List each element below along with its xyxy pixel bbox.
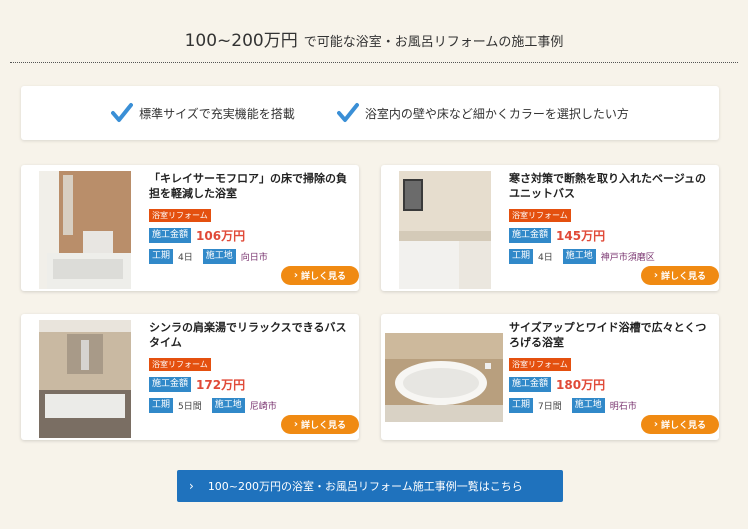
case-price: 106万円 [196, 229, 246, 243]
location-label: 施工地 [571, 398, 605, 413]
feature-text: 浴室内の壁や床など細かくカラーを選択したい方 [364, 106, 629, 121]
case-location: 尼崎市 [249, 402, 277, 412]
location-label: 施工地 [202, 249, 236, 264]
check-icon [111, 102, 134, 124]
case-period: 5日間 [178, 402, 202, 412]
case-title[interactable]: 「キレイサーモフロア」の床で掃除の負担を軽減した浴室 [149, 171, 353, 203]
chevron-right-icon: › [653, 270, 659, 281]
category-tag: 浴室リフォーム [509, 358, 571, 371]
feature-item: 浴室内の壁や床など細かくカラーを選択したい方 [336, 102, 629, 124]
feature-text: 標準サイズで充実機能を搭載 [139, 106, 295, 121]
chevron-right-icon: › [293, 419, 299, 430]
details-button-label: 詳しく見る [301, 421, 347, 431]
case-photo [385, 333, 503, 422]
case-period: 4日 [538, 253, 553, 263]
category-tag: 浴室リフォーム [509, 209, 571, 222]
period-label: 工期 [509, 398, 534, 413]
case-title[interactable]: サイズアップとワイド浴槽で広々とくつろげる浴室 [509, 320, 713, 352]
case-price: 180万円 [556, 378, 606, 392]
amount-label: 施工金額 [509, 377, 552, 392]
dotted-divider [10, 62, 738, 63]
section-heading: 100~200万円 で可能な浴室・お風呂リフォームの施工事例 [0, 26, 748, 51]
location-label: 施工地 [562, 249, 596, 264]
chevron-right-icon: › [189, 479, 194, 493]
amount-label: 施工金額 [509, 228, 552, 243]
feature-item: 標準サイズで充実機能を搭載 [111, 102, 295, 124]
case-period: 4日 [178, 253, 193, 263]
feature-box: 標準サイズで充実機能を搭載 浴室内の壁や床など細かくカラーを選択したい方 [21, 86, 719, 140]
heading-text: で可能な浴室・お風呂リフォームの施工事例 [303, 35, 564, 50]
location-label: 施工地 [211, 398, 245, 413]
chevron-right-icon: › [293, 270, 299, 281]
check-icon [336, 102, 359, 124]
case-photo [39, 320, 131, 438]
details-button-label: 詳しく見る [661, 272, 707, 282]
heading-price: 100~200万円 [184, 31, 298, 51]
period-label: 工期 [149, 398, 174, 413]
details-button-label: 詳しく見る [661, 421, 707, 431]
period-label: 工期 [149, 249, 174, 264]
case-photo [39, 171, 131, 289]
case-price: 145万円 [556, 229, 606, 243]
case-location: 向日市 [240, 253, 268, 263]
details-button[interactable]: › 詳しく見る [281, 415, 359, 434]
amount-label: 施工金額 [149, 228, 192, 243]
details-button[interactable]: › 詳しく見る [641, 266, 719, 285]
details-button[interactable]: › 詳しく見る [641, 415, 719, 434]
case-title[interactable]: シンラの肩楽湯でリラックスできるバスタイム [149, 320, 353, 352]
period-label: 工期 [509, 249, 534, 264]
case-photo [399, 171, 491, 289]
case-title[interactable]: 寒さ対策で断熱を取り入れたベージュのユニットバス [509, 171, 713, 203]
category-tag: 浴室リフォーム [149, 358, 211, 371]
category-tag: 浴室リフォーム [149, 209, 211, 222]
details-button[interactable]: › 詳しく見る [281, 266, 359, 285]
case-card[interactable]: シンラの肩楽湯でリラックスできるバスタイム 浴室リフォーム 施工金額 172万円 … [21, 314, 359, 440]
view-all-cases-label: 100~200万円の浴室・お風呂リフォーム施工事例一覧はこちら [207, 480, 523, 493]
case-card[interactable]: サイズアップとワイド浴槽で広々とくつろげる浴室 浴室リフォーム 施工金額 180万… [381, 314, 719, 440]
case-period: 7日間 [538, 402, 562, 412]
view-all-cases-button[interactable]: › 100~200万円の浴室・お風呂リフォーム施工事例一覧はこちら [177, 470, 563, 502]
case-price: 172万円 [196, 378, 246, 392]
chevron-right-icon: › [653, 419, 659, 430]
details-button-label: 詳しく見る [301, 272, 347, 282]
case-location: 神戸市須磨区 [600, 253, 655, 263]
amount-label: 施工金額 [149, 377, 192, 392]
case-card[interactable]: 「キレイサーモフロア」の床で掃除の負担を軽減した浴室 浴室リフォーム 施工金額 1… [21, 165, 359, 291]
case-location: 明石市 [609, 402, 637, 412]
case-card[interactable]: 寒さ対策で断熱を取り入れたベージュのユニットバス 浴室リフォーム 施工金額 145… [381, 165, 719, 291]
